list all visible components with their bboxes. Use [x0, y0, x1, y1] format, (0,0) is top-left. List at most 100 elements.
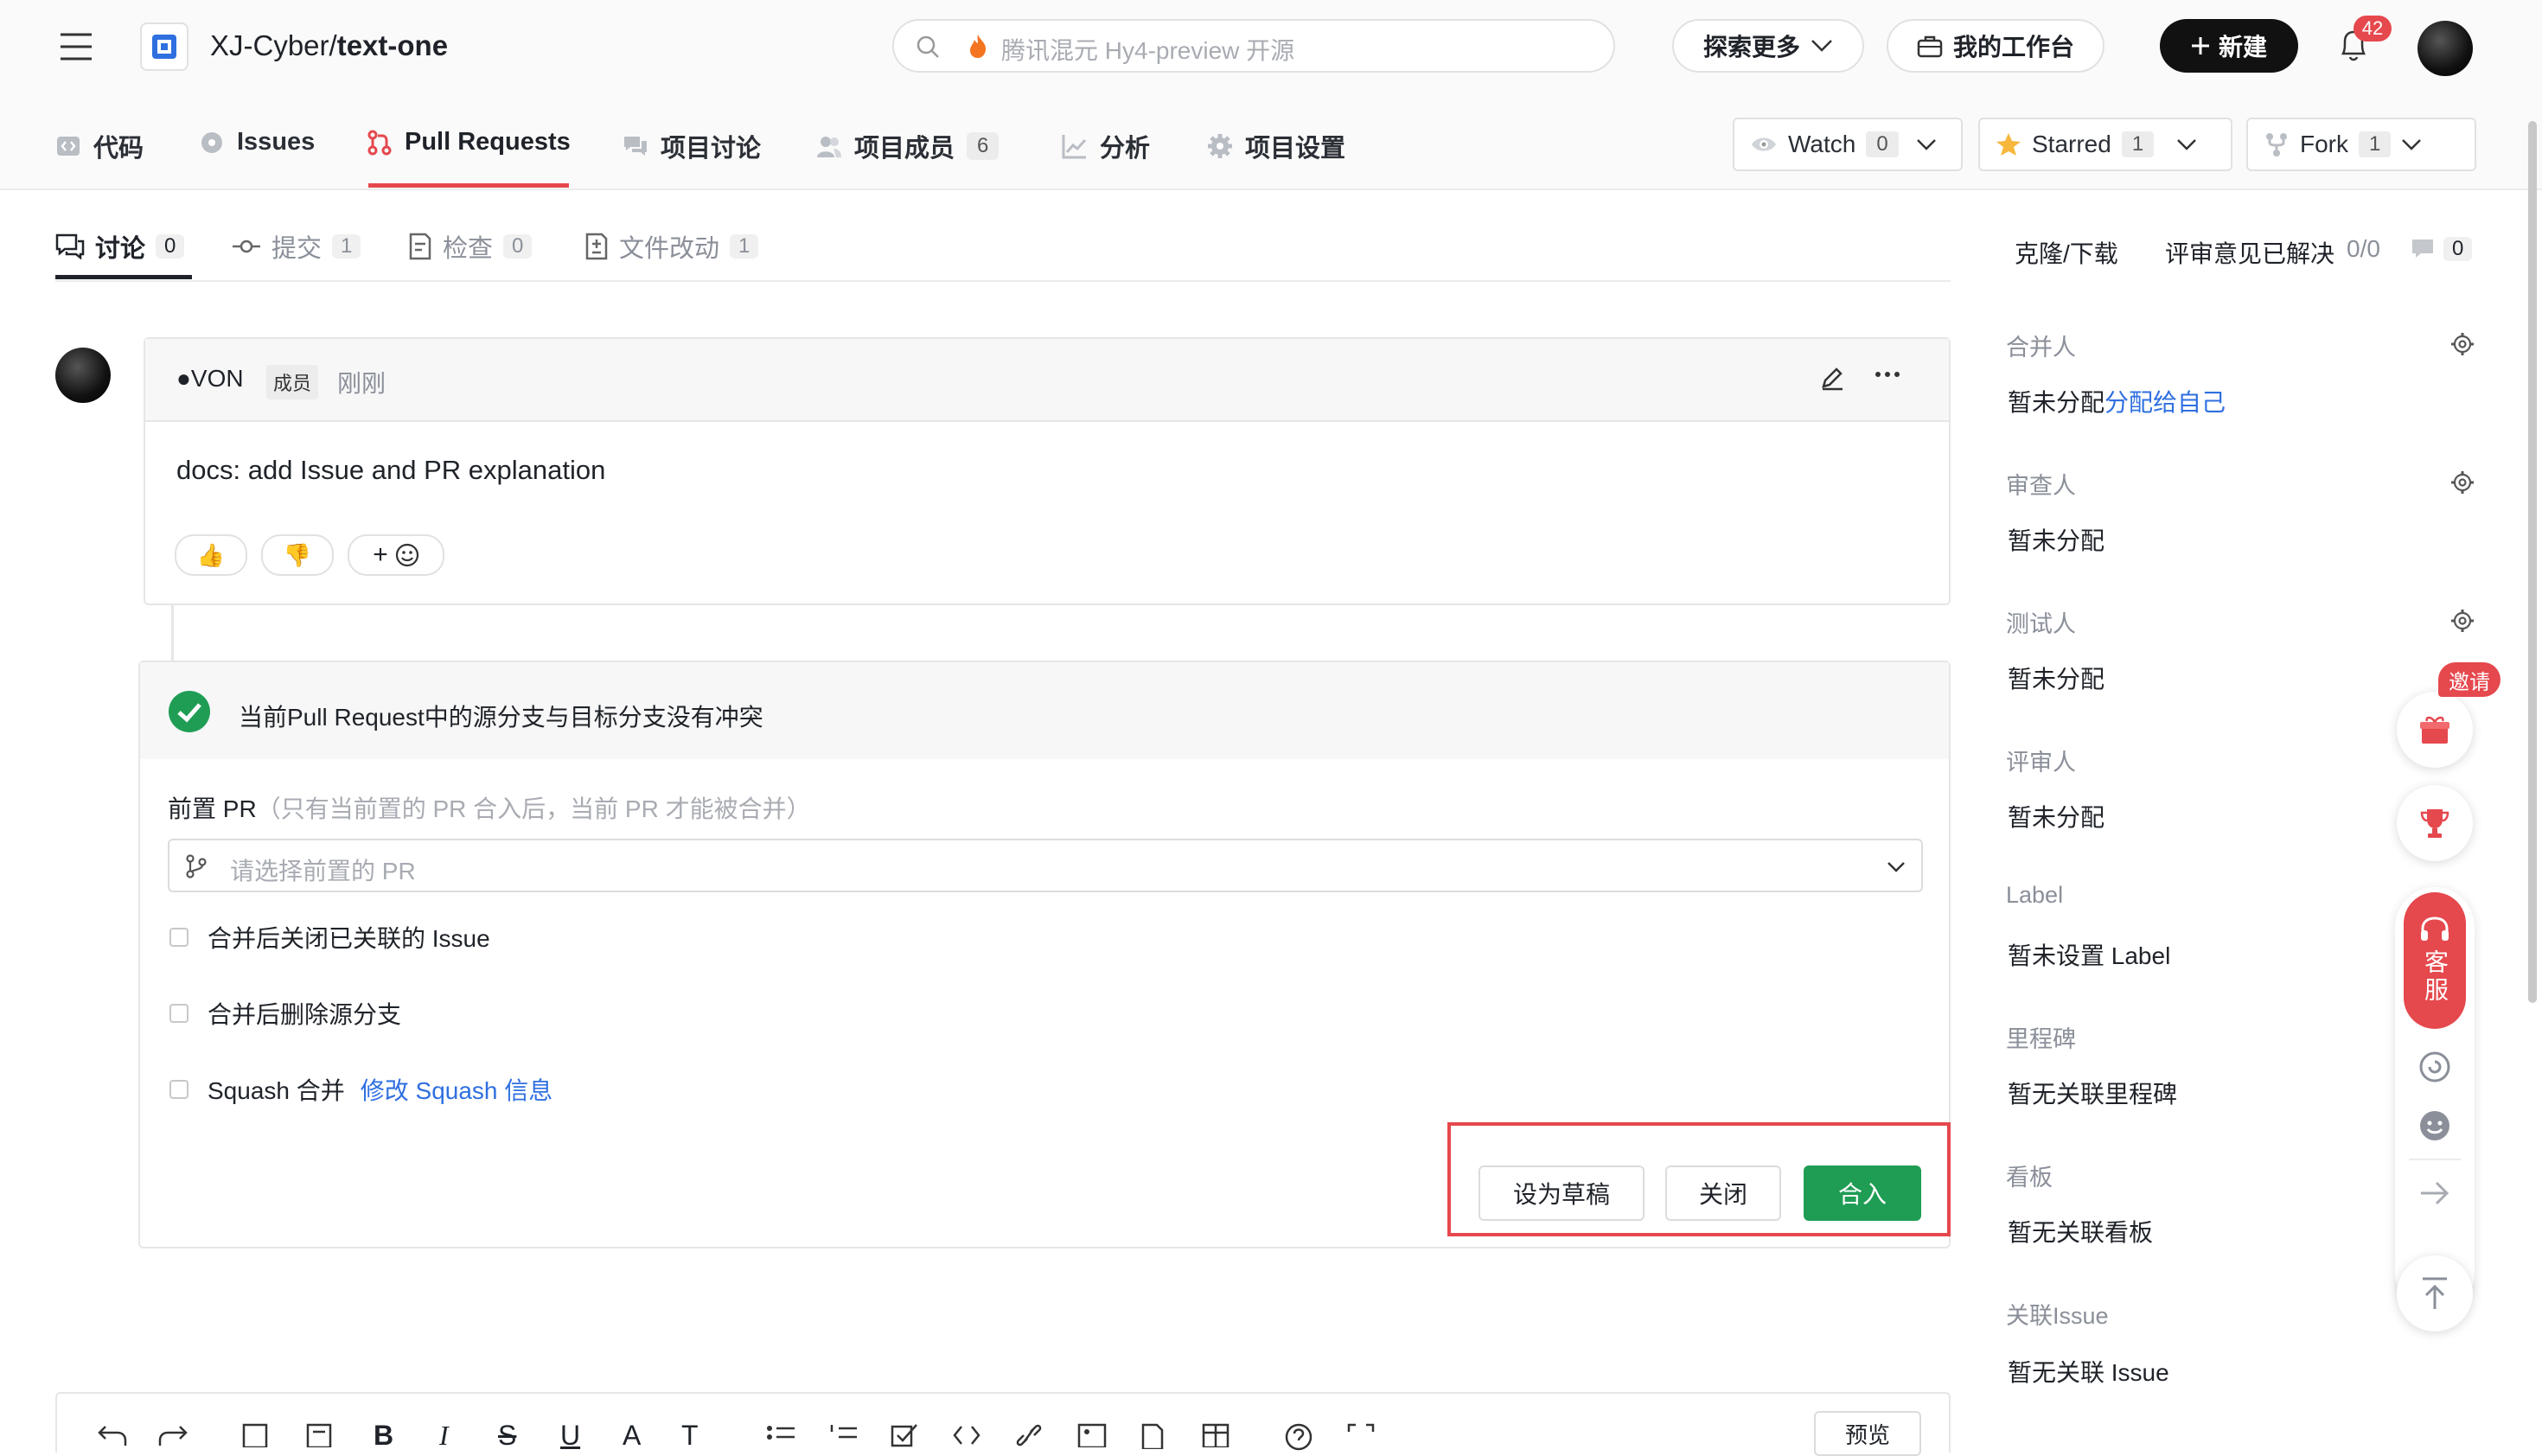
reviewer-gear-icon[interactable]: [2450, 470, 2475, 495]
font-size-icon[interactable]: T: [681, 1420, 699, 1452]
undo-icon[interactable]: [97, 1423, 128, 1446]
checklist-icon: [408, 233, 432, 260]
preview-button[interactable]: 预览: [1814, 1411, 1921, 1456]
bold-icon[interactable]: B: [374, 1420, 393, 1452]
tab-analysis[interactable]: 分析: [1062, 128, 1150, 164]
tab-members[interactable]: 项目成员 6: [816, 128, 1000, 164]
back-to-top-button[interactable]: [2397, 1255, 2473, 1331]
add-reaction-label: +: [373, 540, 388, 569]
draft-button[interactable]: 设为草稿: [1479, 1165, 1645, 1221]
thumbs-down-reaction[interactable]: 👎: [261, 534, 334, 576]
star-button[interactable]: Starred 1: [1978, 118, 2232, 171]
page-scrollbar[interactable]: [2528, 121, 2537, 1003]
thumbs-up-reaction[interactable]: 👍: [175, 534, 247, 576]
delete-branch-checkbox[interactable]: [169, 1004, 188, 1023]
gitee-icon[interactable]: [2417, 1050, 2452, 1084]
arrow-up-icon: [2419, 1276, 2450, 1311]
trophy-button[interactable]: [2397, 785, 2473, 861]
repo-name[interactable]: text-one: [337, 29, 448, 61]
italic-icon[interactable]: I: [439, 1420, 449, 1452]
bullet-list-icon[interactable]: [766, 1425, 795, 1446]
fullscreen-icon[interactable]: [1347, 1423, 1375, 1451]
tab-discussion[interactable]: 项目讨论: [623, 128, 761, 164]
star-icon: [1996, 131, 2021, 157]
tab-members-label: 项目成员: [854, 135, 955, 163]
tester-gear-icon[interactable]: [2450, 609, 2475, 633]
text-color-icon[interactable]: A: [623, 1420, 641, 1452]
tab-pull-requests[interactable]: Pull Requests: [367, 128, 571, 156]
comment-icon: [2411, 238, 2435, 260]
assign-to-self-link[interactable]: 分配给自己: [2104, 389, 2226, 416]
watch-button[interactable]: Watch 0: [1733, 118, 1963, 171]
tab-pr-checks[interactable]: 检查 0: [408, 228, 533, 265]
comment-author[interactable]: ●VON: [176, 365, 244, 393]
prereq-select[interactable]: 请选择前置的 PR: [168, 839, 1923, 892]
tab-pr-discussion[interactable]: 讨论 0: [55, 228, 185, 265]
new-button[interactable]: 新建: [2160, 19, 2298, 73]
redo-icon[interactable]: [157, 1423, 188, 1446]
underline-icon[interactable]: U: [560, 1420, 580, 1452]
explore-more-button[interactable]: 探索更多: [1672, 19, 1864, 73]
ordered-list-icon[interactable]: [828, 1425, 858, 1446]
review-resolved: 评审意见已解决 0/0: [2165, 235, 2380, 270]
tab-settings-label: 项目设置: [1245, 135, 1346, 163]
tab-pr-commits-count: 1: [332, 234, 361, 259]
fork-count: 1: [2359, 131, 2392, 157]
tab-pr-files[interactable]: 文件改动 1: [584, 228, 759, 265]
merger-value-row: 暂未分配分配给自己: [2008, 384, 2226, 418]
edit-icon[interactable]: [1819, 365, 1845, 391]
option-squash[interactable]: Squash 合并 修改 Squash 信息: [169, 1072, 552, 1107]
add-reaction-button[interactable]: +: [348, 534, 444, 576]
fork-icon: [2264, 131, 2290, 157]
edit-squash-link[interactable]: 修改 Squash 信息: [361, 1072, 553, 1107]
clone-download-link[interactable]: 克隆/下载: [2015, 235, 2118, 270]
tab-pr-files-count: 1: [730, 234, 759, 259]
menu-icon[interactable]: [59, 29, 93, 64]
tab-issues-label: Issues: [237, 128, 316, 156]
gift-button[interactable]: [2397, 692, 2473, 768]
label-title: Label: [2006, 882, 2064, 908]
fork-button[interactable]: Fork 1: [2246, 118, 2476, 171]
tab-code-label: 代码: [93, 135, 144, 163]
comment-count-value: 0: [2443, 237, 2473, 261]
comment-author-avatar[interactable]: [55, 348, 111, 403]
attachment-icon[interactable]: [1140, 1423, 1166, 1449]
repo-owner[interactable]: XJ-Cyber/: [210, 29, 337, 61]
close-issue-label: 合并后关闭已关联的 Issue: [208, 925, 490, 952]
more-icon[interactable]: [1875, 370, 1900, 379]
member-badge: 成员: [266, 365, 319, 399]
tester-title: 测试人: [2006, 611, 2076, 637]
notification-badge: 42: [2354, 16, 2392, 42]
close-issue-checkbox[interactable]: [169, 928, 188, 947]
invite-badge[interactable]: 邀请: [2438, 662, 2500, 697]
customer-service-button[interactable]: 客服: [2404, 892, 2466, 1029]
search-input[interactable]: 腾讯混元 Hy4-preview 开源: [892, 19, 1615, 73]
user-avatar[interactable]: [2417, 21, 2473, 76]
option-delete-branch[interactable]: 合并后删除源分支: [169, 996, 401, 1031]
workspace-button[interactable]: 我的工作台: [1887, 19, 2104, 73]
watch-count: 0: [1866, 131, 1899, 157]
squash-checkbox[interactable]: [169, 1080, 188, 1099]
milestone-value: 暂无关联里程碑: [2008, 1081, 2178, 1108]
option-close-issue[interactable]: 合并后关闭已关联的 Issue: [169, 920, 490, 955]
tab-pr-commits[interactable]: 提交 1: [232, 228, 361, 265]
help-icon[interactable]: [1285, 1423, 1313, 1451]
tab-issues[interactable]: Issues: [199, 128, 315, 156]
close-pr-button[interactable]: 关闭: [1665, 1165, 1781, 1221]
tab-settings[interactable]: 项目设置: [1207, 128, 1345, 164]
trophy-icon: [2417, 806, 2452, 840]
feedback-smile-icon[interactable]: [2417, 1108, 2452, 1143]
strikethrough-icon[interactable]: S: [498, 1420, 516, 1452]
repo-avatar[interactable]: [140, 22, 188, 71]
squash-label: Squash 合并: [208, 1077, 345, 1104]
repo-path[interactable]: XJ-Cyber/text-one: [210, 29, 448, 62]
tab-code[interactable]: 代码: [55, 128, 144, 164]
merger-gear-icon[interactable]: [2450, 332, 2475, 356]
merge-status-text: 当前Pull Request中的源分支与目标分支没有冲突: [239, 704, 763, 731]
chat-icon: [55, 233, 85, 259]
merge-button[interactable]: 合入: [1804, 1165, 1921, 1221]
prereq-label-row: 前置 PR（只有当前置的 PR 合入后，当前 PR 才能被合并）: [168, 790, 811, 825]
check-circle-icon: [168, 690, 211, 733]
collapse-arrow-icon[interactable]: [2417, 1178, 2452, 1209]
code-block-icon[interactable]: [953, 1425, 980, 1446]
